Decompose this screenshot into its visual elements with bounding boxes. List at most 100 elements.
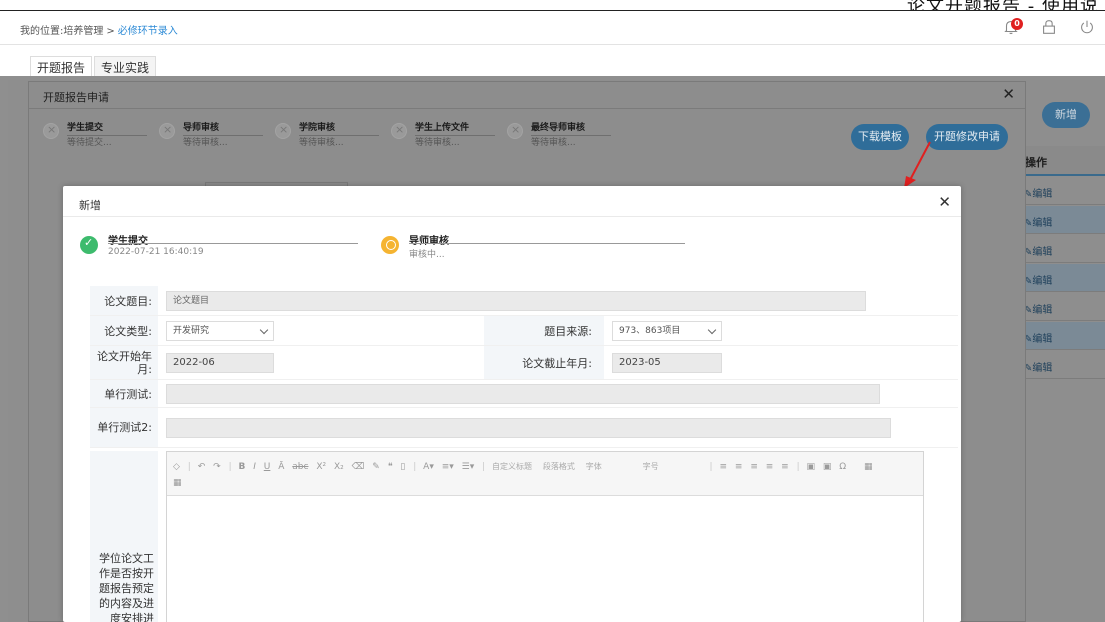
step-name: 学生提交 <box>67 123 104 133</box>
form-row-title: 论文题目: 论文题目 <box>90 286 958 316</box>
close-circle-icon <box>507 123 523 139</box>
selected-value: 973、863项目 <box>619 325 681 336</box>
insert-image-icon[interactable]: ▣ <box>823 459 832 475</box>
bg-color-icon[interactable]: ≡▾ <box>442 459 454 475</box>
workflow-steps: 学生提交等待提交...导师审核等待审核...学院审核等待审核...学生上传文件等… <box>39 120 619 148</box>
step-name: 学生提交 <box>108 236 148 247</box>
rich-text-editor: ◇ | ↶ ↷ | B I U Ā abc X² X₂ ⌫ ✎ ❝ ▯ | A▾… <box>166 451 924 622</box>
header-icons: 0 <box>1001 17 1097 37</box>
brush-icon[interactable]: ✎ <box>372 459 380 475</box>
field-label: 论文开始年月: <box>90 346 158 379</box>
edit-link[interactable]: ✎编辑 <box>1020 206 1105 234</box>
chevron-down-icon <box>707 325 717 334</box>
selected-value: 开发研究 <box>173 325 210 336</box>
tab-proposal-report[interactable]: 开题报告 <box>30 56 93 76</box>
lock-icon[interactable] <box>1039 17 1059 37</box>
subscript-icon[interactable]: X₂ <box>334 459 344 475</box>
align-right-icon[interactable]: ≡ <box>750 459 758 475</box>
edit-link[interactable]: ✎编辑 <box>1020 293 1105 321</box>
align-justify-icon[interactable]: ≡ <box>766 459 774 475</box>
edit-link[interactable]: ✎编辑 <box>1020 264 1105 292</box>
html-source-icon[interactable]: ◇ <box>173 459 180 475</box>
paste-icon[interactable]: ▯ <box>400 459 405 475</box>
chevron-down-icon <box>259 325 269 334</box>
single-test-2-input[interactable] <box>166 417 891 438</box>
modal-title: 新增 <box>79 199 101 212</box>
end-date-input[interactable]: 2023-05 <box>612 352 722 373</box>
start-date-input[interactable]: 2022-06 <box>166 352 274 373</box>
breadcrumb-parent[interactable]: 培养管理 <box>63 26 103 37</box>
new-record-button[interactable]: 新增 <box>1042 102 1090 128</box>
close-icon[interactable]: ✕ <box>938 193 951 211</box>
step-status: 等待审核... <box>531 138 576 148</box>
step-line <box>409 243 685 244</box>
underline-icon[interactable]: U <box>264 459 271 475</box>
divider: | <box>709 462 713 472</box>
thesis-type-select[interactable]: 开发研究 <box>166 320 274 341</box>
divider: | <box>187 462 191 472</box>
italic-icon[interactable]: I <box>253 459 256 475</box>
form-row-type-source: 论文类型: 开发研究 题目来源: 973、863项目 <box>90 316 958 346</box>
notification-bell-icon[interactable]: 0 <box>1001 17 1023 37</box>
align-left-icon[interactable]: ≡ <box>719 459 727 475</box>
table-grid-icon[interactable]: ▦ <box>173 475 182 491</box>
list-icon[interactable]: ☰▾ <box>462 459 475 475</box>
step-status: 等待提交... <box>67 138 112 148</box>
step-status: 等待审核... <box>183 138 228 148</box>
align-center-icon[interactable]: ≡ <box>735 459 743 475</box>
breadcrumb-separator: > <box>106 26 115 37</box>
thesis-title-input[interactable]: 论文题目 <box>166 290 866 311</box>
step-status: 2022-07-21 16:40:19 <box>108 247 204 257</box>
step-name: 最终导师审核 <box>531 123 586 133</box>
breadcrumb-current[interactable]: 必修环节录入 <box>118 26 178 37</box>
field-label: 论文截止年月: <box>484 346 604 379</box>
workflow-step: 最终导师审核等待审核... <box>503 120 619 148</box>
bold-icon[interactable]: B <box>238 459 245 475</box>
table-header-actions: 操作 <box>1020 146 1105 176</box>
edit-link[interactable]: ✎编辑 <box>1020 235 1105 263</box>
divider <box>29 108 1025 109</box>
edit-link[interactable]: ✎编辑 <box>1020 322 1105 350</box>
strikethrough-icon[interactable]: abc <box>292 459 308 475</box>
step-line <box>108 243 358 244</box>
divider: | <box>482 462 486 472</box>
check-circle-icon <box>80 236 98 254</box>
step-status: 等待审核... <box>415 138 460 148</box>
step-line <box>531 135 611 136</box>
topic-source-select[interactable]: 973、863项目 <box>612 320 722 341</box>
quote-icon[interactable]: ❝ <box>388 459 393 475</box>
table-icon[interactable]: ▦ <box>864 459 873 475</box>
custom-title-select[interactable]: 自定义标题 <box>492 459 532 475</box>
editor-toolbar: ◇ | ↶ ↷ | B I U Ā abc X² X₂ ⌫ ✎ ❝ ▯ | A▾… <box>167 452 923 496</box>
workflow-step: 学生上传文件等待审核... <box>387 120 503 148</box>
step-name: 学院审核 <box>299 123 336 133</box>
editor-content-area[interactable] <box>167 496 923 622</box>
font-size-select[interactable]: 字号 <box>643 459 659 475</box>
edit-link[interactable]: ✎编辑 <box>1020 351 1105 379</box>
indent-icon[interactable]: ≡ <box>781 459 789 475</box>
close-circle-icon <box>43 123 59 139</box>
image-icon[interactable]: ▣ <box>807 459 816 475</box>
field-label: 单行测试2: <box>90 408 158 447</box>
eraser-icon[interactable]: ⌫ <box>352 459 365 475</box>
step-name: 学生上传文件 <box>415 123 470 133</box>
step-line <box>183 135 263 136</box>
single-test-input[interactable] <box>166 383 880 404</box>
tab-professional-practice[interactable]: 专业实践 <box>94 56 157 76</box>
step-name: 导师审核 <box>409 236 449 247</box>
special-char-icon[interactable]: Ω <box>839 459 846 475</box>
font-border-icon[interactable]: Ā <box>278 459 284 475</box>
edit-link[interactable]: ✎编辑 <box>1020 177 1105 205</box>
font-family-select[interactable]: 字体 <box>586 459 602 475</box>
breadcrumb: 我的位置:培养管理 > 必修环节录入 <box>20 22 178 37</box>
divider: | <box>413 462 417 472</box>
step-status: 审核中... <box>409 250 445 260</box>
power-icon[interactable] <box>1077 17 1097 37</box>
field-label: 论文题目: <box>90 286 158 315</box>
paragraph-format-select[interactable]: 段落格式 <box>543 459 575 475</box>
superscript-icon[interactable]: X² <box>316 459 326 475</box>
redo-icon[interactable]: ↷ <box>213 459 221 475</box>
close-icon[interactable]: ✕ <box>1002 85 1015 103</box>
undo-icon[interactable]: ↶ <box>198 459 206 475</box>
text-color-icon[interactable]: A▾ <box>423 459 434 475</box>
